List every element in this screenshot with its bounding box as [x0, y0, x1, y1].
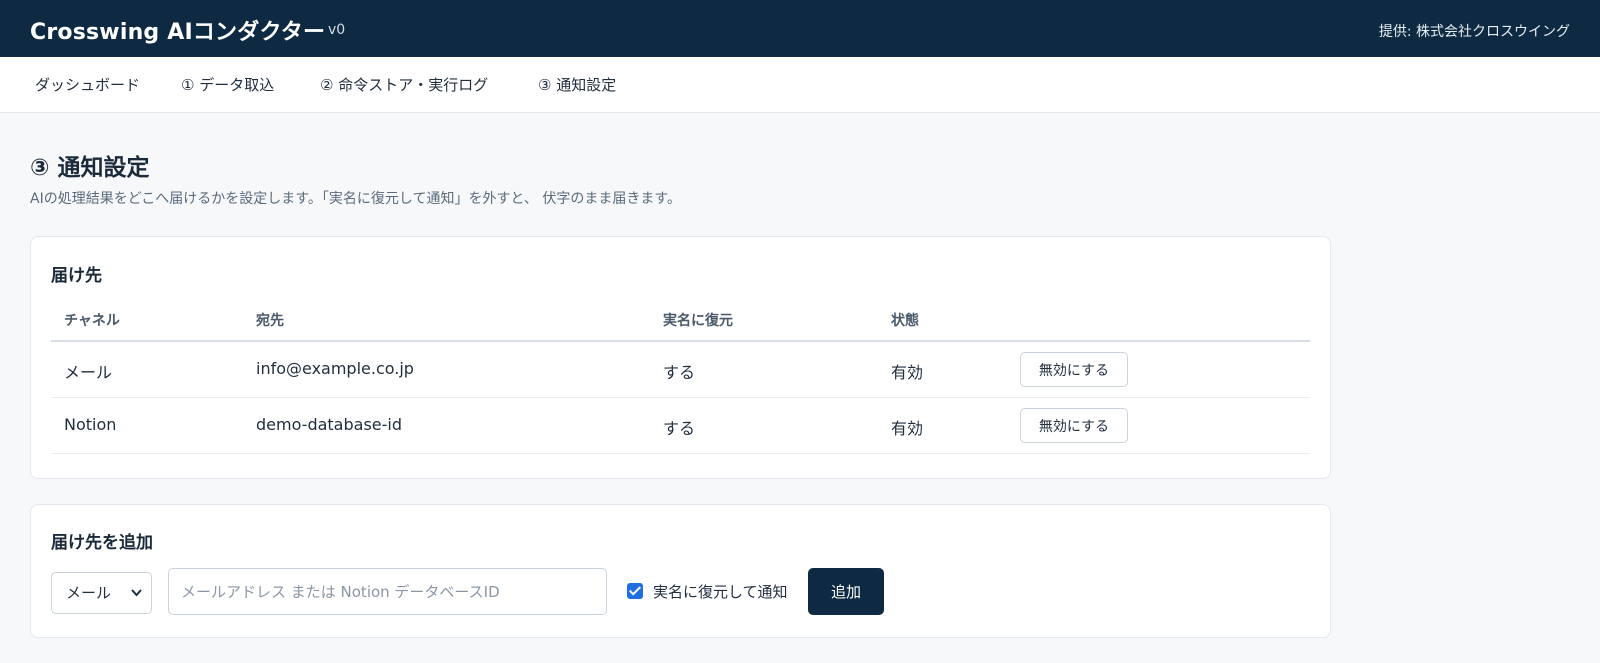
channel-select-value: メール — [66, 584, 112, 602]
table-row: Notion demo-database-id する 有効 無効にする — [51, 398, 1310, 454]
disable-button[interactable]: 無効にする — [1020, 408, 1128, 443]
version-badge: v0 — [328, 22, 346, 38]
provider-text: 提供: 株式会社クロスウイング — [1378, 24, 1570, 40]
cell-channel: Notion — [64, 415, 117, 434]
nav-item-command-store[interactable]: ② 命令ストア・実行ログ — [320, 74, 488, 95]
page-title: ③ 通知設定 — [30, 155, 150, 181]
column-header-restore: 実名に復元 — [663, 313, 733, 329]
address-input[interactable] — [168, 568, 607, 615]
nav-item-notification-settings[interactable]: ③ 通知設定 — [538, 74, 616, 95]
destinations-card: 届け先 チャネル 宛先 実名に復元 状態 メール info@example.co… — [30, 236, 1331, 479]
table-row: メール info@example.co.jp する 有効 無効にする — [51, 342, 1310, 398]
app-title: Crosswing AIコンダクター — [30, 20, 326, 45]
disable-button[interactable]: 無効にする — [1020, 352, 1128, 387]
add-destination-title: 届け先を追加 — [51, 533, 153, 553]
destinations-table: チャネル 宛先 実名に復元 状態 メール info@example.co.jp … — [51, 297, 1310, 454]
column-header-target: 宛先 — [256, 313, 284, 329]
restore-checkbox-label[interactable]: 実名に復元して通知 — [653, 581, 788, 602]
channel-select[interactable]: メール — [51, 572, 152, 614]
destinations-title: 届け先 — [51, 266, 102, 286]
nav-item-dashboard[interactable]: ダッシュボード — [35, 74, 140, 95]
cell-channel: メール — [64, 363, 113, 382]
cell-restore: する — [663, 363, 696, 382]
add-destination-card: 届け先を追加 メール 実名に復元して通知 追加 — [30, 504, 1331, 638]
column-header-channel: チャネル — [64, 313, 120, 329]
cell-status: 有効 — [891, 419, 924, 438]
chevron-down-icon — [131, 573, 142, 629]
page-description: AIの処理結果をどこへ届けるかを設定します。「実名に復元して通知」を外すと、 伏… — [30, 191, 681, 207]
cell-status: 有効 — [891, 363, 924, 382]
cell-restore: する — [663, 419, 696, 438]
table-header: チャネル 宛先 実名に復元 状態 — [51, 297, 1310, 342]
cell-target: demo-database-id — [256, 415, 402, 434]
main-nav: ダッシュボード ① データ取込 ② 命令ストア・実行ログ ③ 通知設定 — [0, 57, 1600, 113]
column-header-status: 状態 — [891, 313, 919, 329]
add-button[interactable]: 追加 — [808, 568, 884, 615]
app-header: Crosswing AIコンダクター v0 提供: 株式会社クロスウイング — [0, 0, 1600, 57]
cell-target: info@example.co.jp — [256, 359, 414, 378]
restore-checkbox[interactable] — [627, 583, 643, 599]
nav-item-data-import[interactable]: ① データ取込 — [181, 74, 274, 95]
